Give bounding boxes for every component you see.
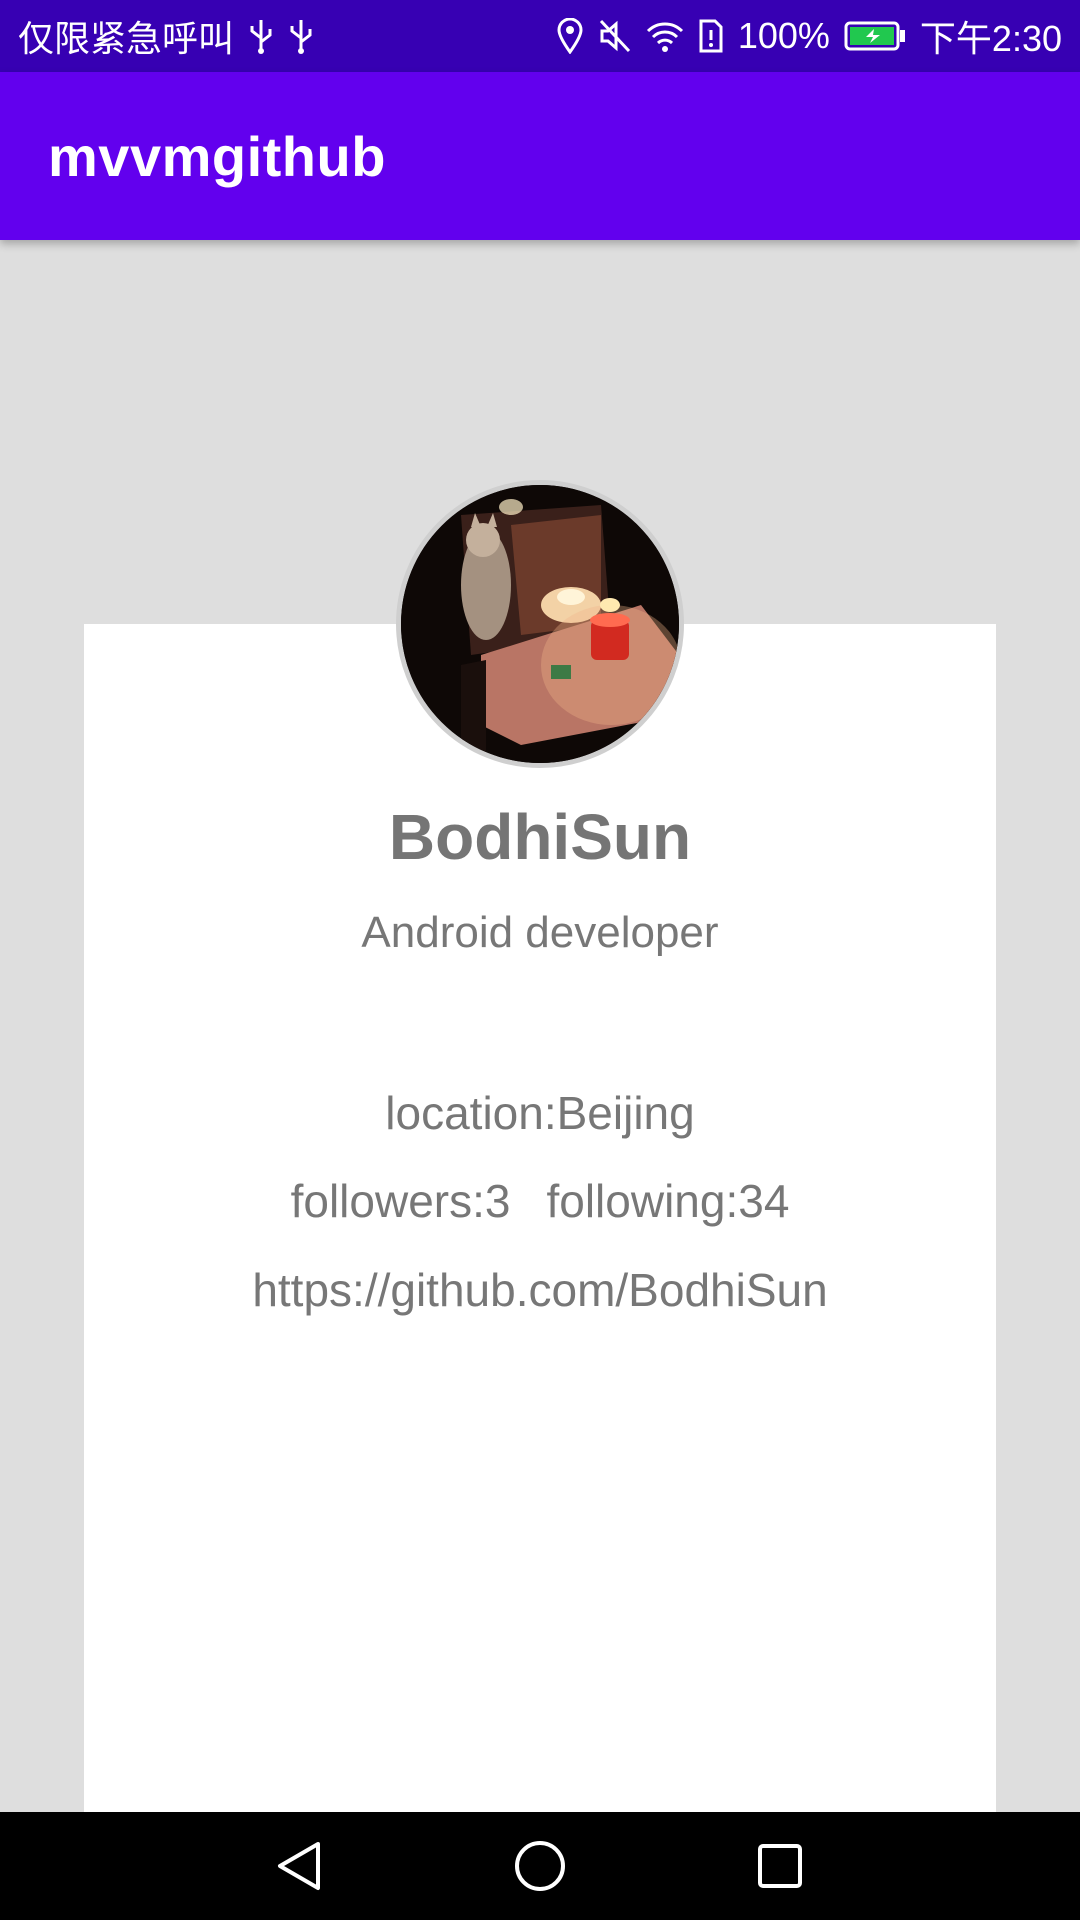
profile-name: BodhiSun: [388, 801, 692, 873]
home-icon: [515, 1841, 565, 1891]
battery-icon: [844, 20, 906, 52]
home-button[interactable]: [495, 1821, 585, 1911]
followers-count: followers:3: [290, 1175, 511, 1227]
usb-icon: [288, 18, 314, 54]
recents-icon: [758, 1844, 802, 1888]
location-icon: [556, 18, 584, 54]
app-bar: mvvmgithub: [0, 72, 1080, 240]
back-icon: [278, 1842, 320, 1890]
app-title: mvvmgithub: [48, 124, 386, 188]
profile-location: location:Beijing: [385, 1087, 695, 1139]
battery-percent: 100%: [737, 15, 830, 56]
mute-icon: [598, 18, 632, 54]
usb-icon: [248, 18, 274, 54]
following-count: following:34: [546, 1175, 790, 1227]
wifi-icon: [646, 19, 684, 53]
profile-url[interactable]: https://github.com/BodhiSun: [84, 1263, 996, 1317]
clock: 下午2:30: [919, 18, 1062, 59]
recents-button[interactable]: [735, 1821, 825, 1911]
back-button[interactable]: [255, 1821, 345, 1911]
carrier-text: 仅限紧急呼叫: [18, 18, 235, 59]
navigation-bar: [0, 1812, 1080, 1920]
sim-icon: [698, 18, 724, 54]
status-bar: 仅限紧急呼叫 100% 下午2:30: [0, 0, 1080, 72]
profile-bio: Android developer: [361, 908, 719, 957]
avatar: [396, 480, 684, 768]
follow-stats: followers:3 following:34: [84, 1174, 996, 1228]
